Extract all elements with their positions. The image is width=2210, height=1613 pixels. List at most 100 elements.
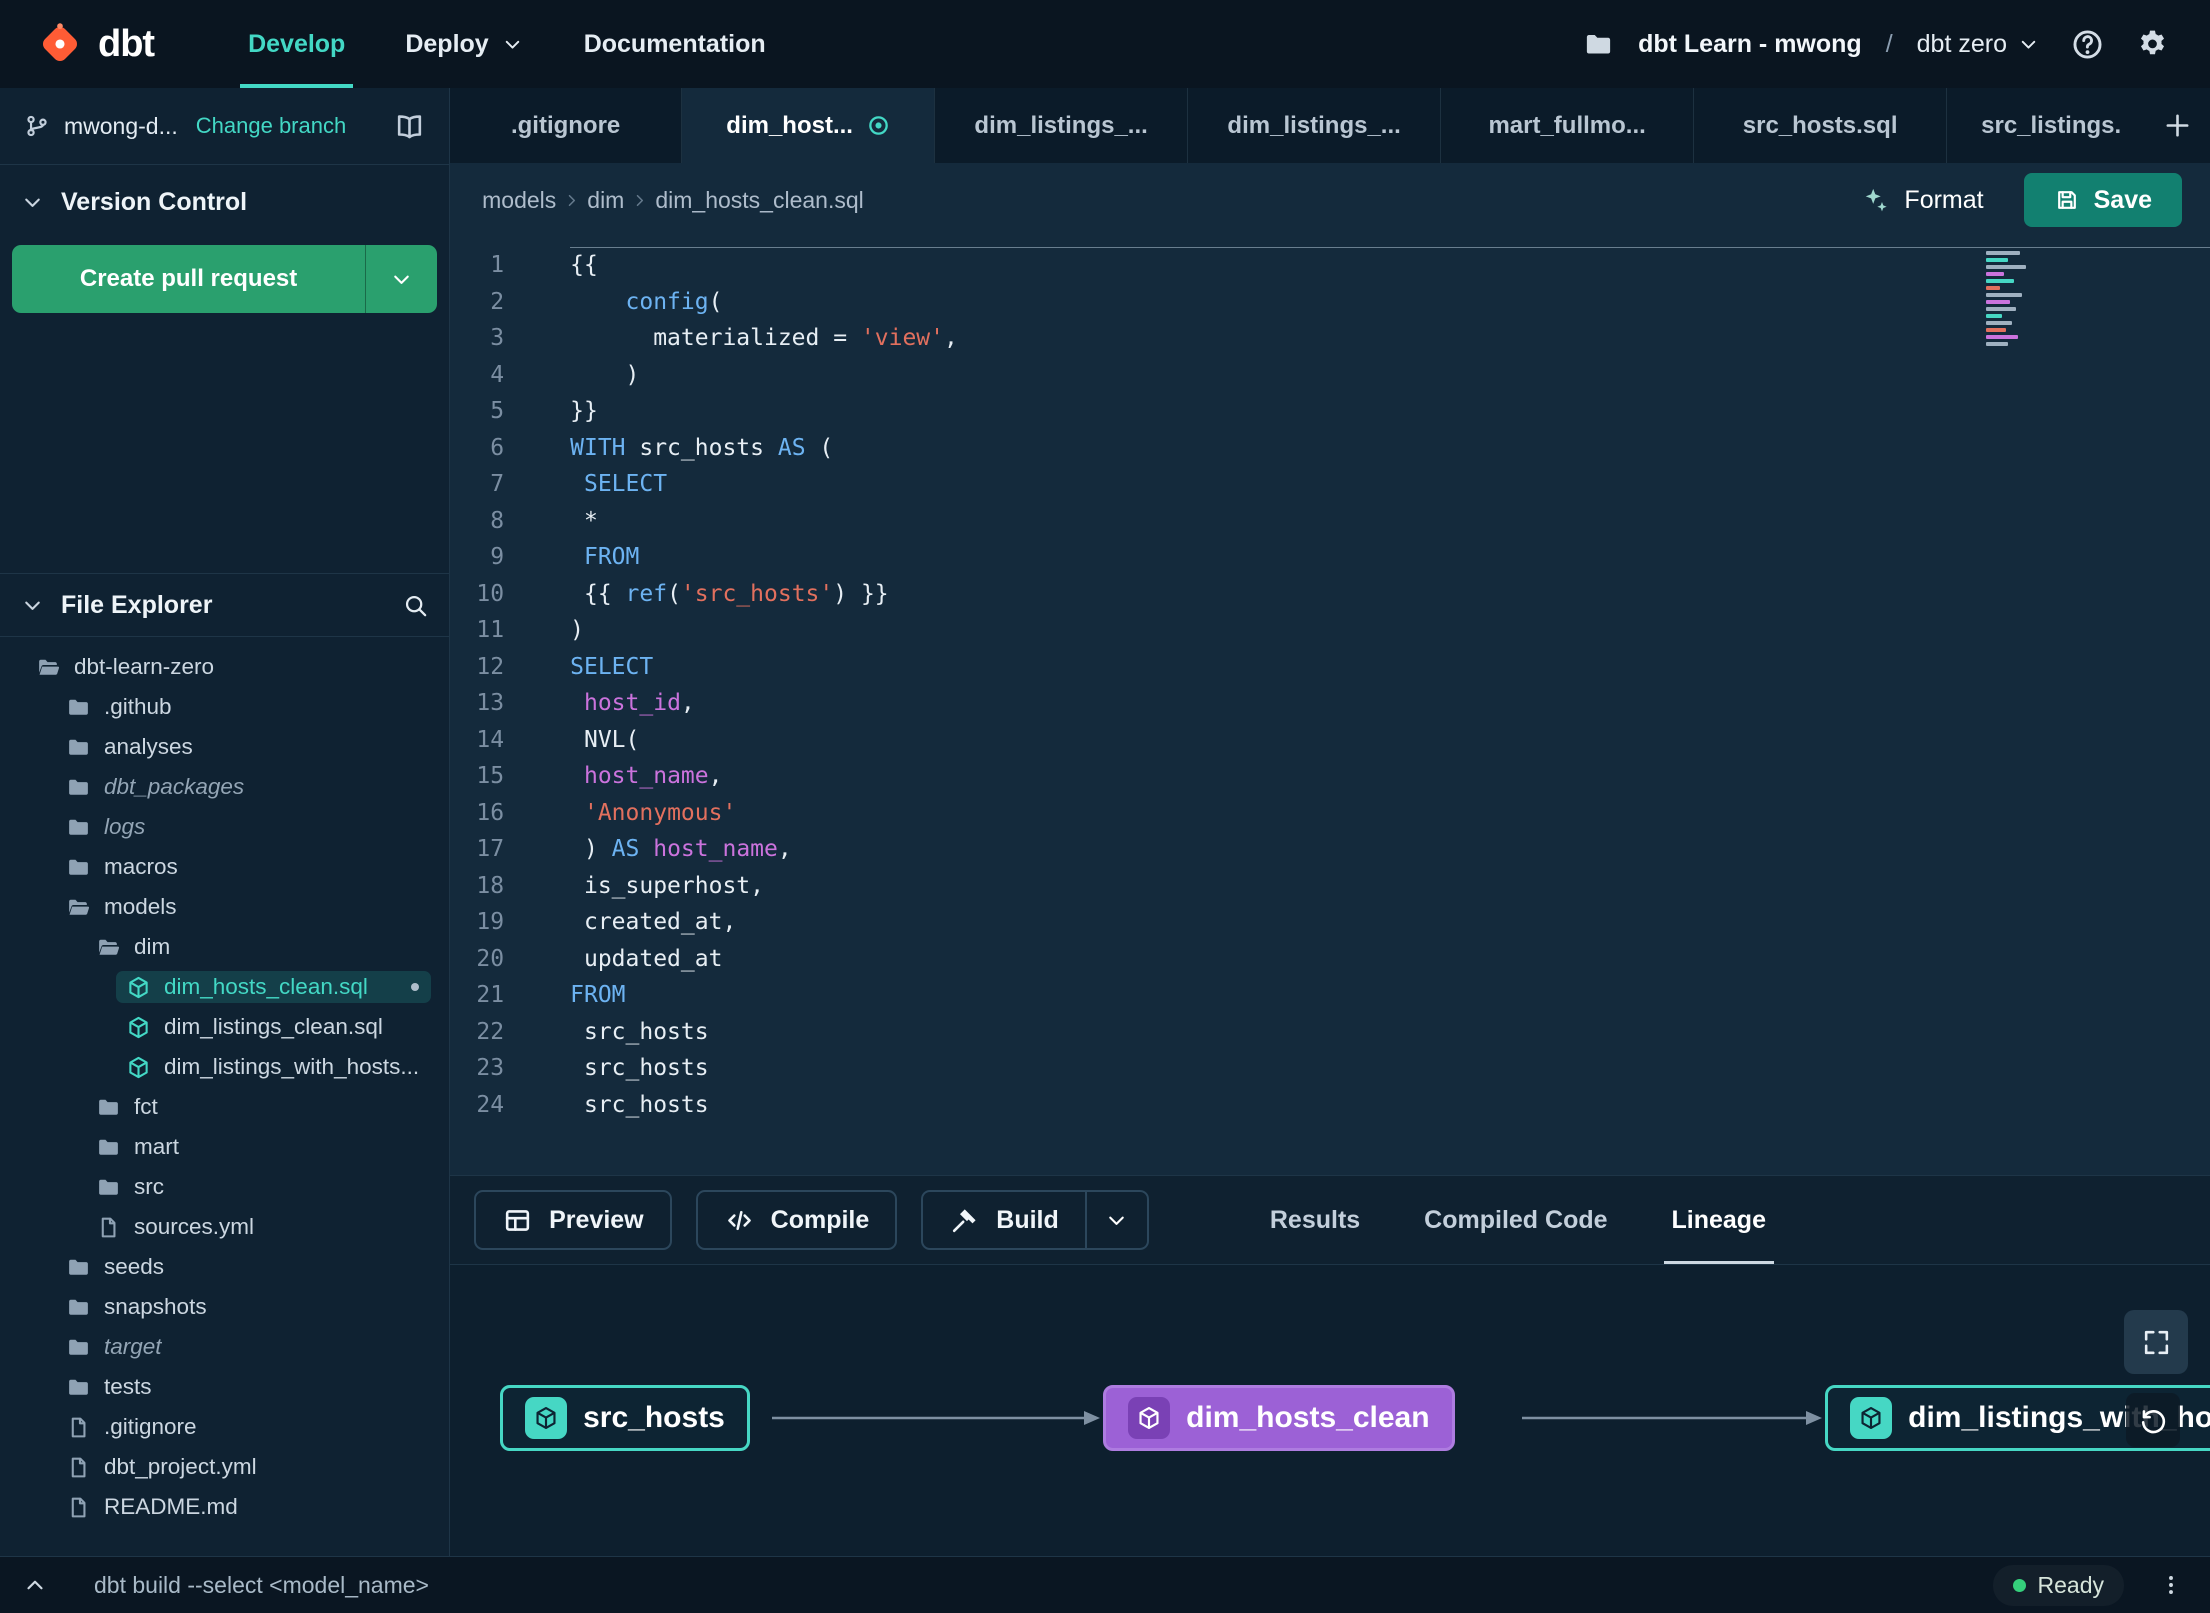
tree-item-dbt-learn-zero[interactable]: dbt-learn-zero <box>0 647 449 687</box>
tree-item-logs[interactable]: logs <box>0 807 449 847</box>
path-separator: / <box>1885 29 1893 58</box>
status-badge: Ready <box>1992 1564 2124 1606</box>
environment-select[interactable]: dbt zero <box>1917 30 2040 59</box>
tree-item-seeds[interactable]: seeds <box>0 1247 449 1287</box>
code-line: 6 WITH src_hosts AS ( <box>450 430 2210 467</box>
format-button[interactable]: Format <box>1859 185 1984 216</box>
code-text: SELECT <box>583 471 668 497</box>
pull-request-row: Create pull request <box>0 239 449 319</box>
code-area[interactable]: 1{{2 config(3 materialized = 'view', 4 ) 5… <box>450 247 2210 1123</box>
minimap-line <box>1986 251 2020 255</box>
lineage-node-src_hosts[interactable]: src_hosts <box>500 1385 750 1451</box>
editor-tab-.gitignore[interactable]: .gitignore <box>450 88 683 163</box>
create-pull-request-label: Create pull request <box>79 265 298 292</box>
editor-tab-src_listings.[interactable]: src_listings. <box>1947 88 2144 163</box>
tree-item-snapshots[interactable]: snapshots <box>0 1287 449 1327</box>
folder-icon <box>96 1175 121 1200</box>
lineage-node-dim_hosts_clean[interactable]: dim_hosts_clean <box>1103 1385 1455 1451</box>
tree-item-dbt_project.yml[interactable]: dbt_project.yml <box>0 1447 449 1487</box>
code-line: 13 host_id, <box>450 685 2210 722</box>
save-button[interactable]: Save <box>2023 173 2182 227</box>
folder-icon <box>66 1255 91 1280</box>
refresh-lineage-button[interactable] <box>2126 1393 2180 1447</box>
tree-item-pill: analyses <box>56 731 431 763</box>
code-text: FROM <box>583 544 640 570</box>
line-number: 11 <box>476 617 505 643</box>
chevron-up-icon[interactable] <box>22 1572 48 1598</box>
editor-content: .gitignore dim_host... dim_listings_... dim… <box>450 88 2210 1556</box>
command-input[interactable]: dbt build --select <model_name> <box>94 1572 429 1599</box>
tree-item-pill: macros <box>56 851 431 883</box>
code-text: host_name, <box>583 763 723 789</box>
code-line: 24 src_hosts <box>450 1087 2210 1124</box>
tree-item-.github[interactable]: .github <box>0 687 449 727</box>
help-icon[interactable] <box>2070 27 2105 62</box>
change-branch-link[interactable]: Change branch <box>196 113 346 139</box>
tree-item-label: dbt_packages <box>104 774 245 799</box>
nav-item-develop[interactable]: Develop <box>218 0 375 88</box>
panel-tab-lineage[interactable]: Lineage <box>1663 1176 1775 1264</box>
tree-item-models[interactable]: models <box>0 887 449 927</box>
line-number: 8 <box>490 507 505 534</box>
tree-item-label: dbt_project.yml <box>104 1454 257 1479</box>
code-line: 23 src_hosts <box>450 1050 2210 1087</box>
editor-tab-dim_listings_...[interactable]: dim_listings_... <box>1188 88 1442 163</box>
tree-item-dim_listings_clean.sql[interactable]: dim_listings_clean.sql <box>0 1007 449 1047</box>
tree-item-fct[interactable]: fct <box>0 1087 449 1127</box>
gear-icon[interactable] <box>2135 27 2170 62</box>
tree-item-mart[interactable]: mart <box>0 1127 449 1167</box>
tree-item-label: dim_listings_clean.sql <box>164 1014 383 1039</box>
search-icon[interactable] <box>402 592 429 619</box>
tree-item-target[interactable]: target <box>0 1327 449 1367</box>
file-explorer-header[interactable]: File Explorer <box>0 573 450 637</box>
new-tab-button[interactable] <box>2144 88 2210 163</box>
nav-item-documentation[interactable]: Documentation <box>554 0 796 88</box>
preview-button[interactable]: Preview <box>474 1190 672 1250</box>
editor-tab-label: .gitignore <box>510 111 621 139</box>
panel-tab-compiled-code[interactable]: Compiled Code <box>1424 1176 1607 1264</box>
editor-tab-dim_host...[interactable]: dim_host... <box>682 88 936 163</box>
panel-tab-results[interactable]: Results <box>1270 1176 1360 1264</box>
tree-item-dim[interactable]: dim <box>0 927 449 967</box>
create-pull-request-button[interactable]: Create pull request <box>12 245 438 313</box>
bottom-panel-toolbar: Preview Compile Build Results Compiled Code… <box>450 1175 2210 1265</box>
tree-item-.gitignore[interactable]: .gitignore <box>0 1407 449 1447</box>
docs-book-icon[interactable] <box>394 111 425 142</box>
line-number: 21 <box>476 982 505 1008</box>
dbt-logo[interactable]: dbt <box>34 0 155 88</box>
tree-item-sources.yml[interactable]: sources.yml <box>0 1207 449 1247</box>
tree-item-dim_listings_with_hosts...[interactable]: dim_listings_with_hosts... <box>0 1047 449 1087</box>
version-control-header[interactable]: Version Control <box>0 165 449 239</box>
folder-open-icon <box>96 935 121 960</box>
tree-item-pill: target <box>56 1331 431 1363</box>
tree-item-label: dbt-learn-zero <box>74 654 215 679</box>
code-line: 2 config( <box>450 284 2210 321</box>
fullscreen-button[interactable] <box>2124 1310 2188 1374</box>
top-navbar: dbt Develop Deploy Documentation dbt Learn… <box>0 0 2210 88</box>
project-name[interactable]: dbt Learn - mwong <box>1638 30 1862 59</box>
pull-request-dropdown-button[interactable] <box>365 245 437 313</box>
kebab-menu-icon[interactable] <box>2158 1572 2184 1598</box>
chevron-down-icon <box>20 593 45 618</box>
editor-tab-dim_listings_...[interactable]: dim_listings_... <box>935 88 1189 163</box>
tree-item-dim_hosts_clean.sql[interactable]: dim_hosts_clean.sql <box>0 967 449 1007</box>
build-button[interactable]: Build <box>921 1190 1085 1250</box>
build-dropdown-button[interactable] <box>1084 1190 1149 1250</box>
tree-item-README.md[interactable]: README.md <box>0 1487 449 1527</box>
tree-item-src[interactable]: src <box>0 1167 449 1207</box>
tree-item-macros[interactable]: macros <box>0 847 449 887</box>
tree-item-tests[interactable]: tests <box>0 1367 449 1407</box>
minimap[interactable] <box>1986 251 2042 346</box>
project-folder-icon <box>1583 29 1614 60</box>
code-line: 21 FROM <box>450 977 2210 1014</box>
nav-item-deploy[interactable]: Deploy <box>375 0 553 88</box>
code-icon <box>724 1205 755 1236</box>
history-icon <box>2138 1405 2169 1436</box>
model-icon <box>1128 1397 1171 1439</box>
editor-tab-src_hosts.sql[interactable]: src_hosts.sql <box>1694 88 1948 163</box>
editor-tab-mart_fullmo...[interactable]: mart_fullmo... <box>1441 88 1695 163</box>
compile-button[interactable]: Compile <box>695 1190 898 1250</box>
table-icon <box>502 1205 533 1236</box>
tree-item-dbt_packages[interactable]: dbt_packages <box>0 767 449 807</box>
tree-item-analyses[interactable]: analyses <box>0 727 449 767</box>
